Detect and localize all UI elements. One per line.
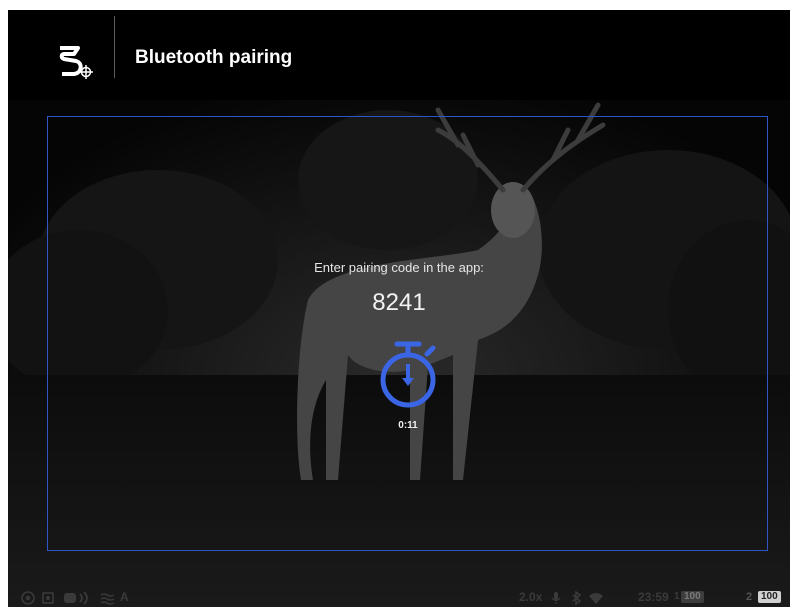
- wind-icon: [100, 593, 115, 605]
- stopwatch-icon: [380, 341, 436, 408]
- battery-2-index: 2: [746, 591, 753, 603]
- mode-label: A: [120, 590, 129, 604]
- battery-1-level: 100: [681, 591, 704, 603]
- device-screen: Bluetooth pairing Enter pairing code in …: [8, 10, 790, 607]
- countdown-timer: 0:11: [398, 420, 418, 431]
- clock-time: 23:59: [638, 590, 669, 604]
- zoom-level: 2.0x: [519, 590, 543, 604]
- pairing-prompt: Enter pairing code in the app:: [314, 260, 484, 275]
- target-icon: [21, 591, 35, 605]
- brand-reticle-icon: [59, 46, 93, 79]
- page-title: Bluetooth pairing: [135, 47, 293, 68]
- header-bar: Bluetooth pairing: [8, 10, 790, 100]
- signal-broadcast-icon: [64, 591, 88, 605]
- bluetooth-icon: [572, 591, 582, 605]
- battery-1-index: 1: [674, 591, 680, 602]
- status-bar: A 2.0x 23:59 1 100 2 100: [8, 587, 790, 607]
- pairing-code: 8241: [372, 289, 426, 316]
- frame-icon: [42, 592, 54, 604]
- header-divider: [114, 16, 115, 78]
- wifi-icon: [589, 593, 603, 604]
- pairing-frame: [47, 116, 768, 551]
- microphone-icon: [551, 592, 561, 604]
- battery-2-level: 100: [758, 591, 781, 603]
